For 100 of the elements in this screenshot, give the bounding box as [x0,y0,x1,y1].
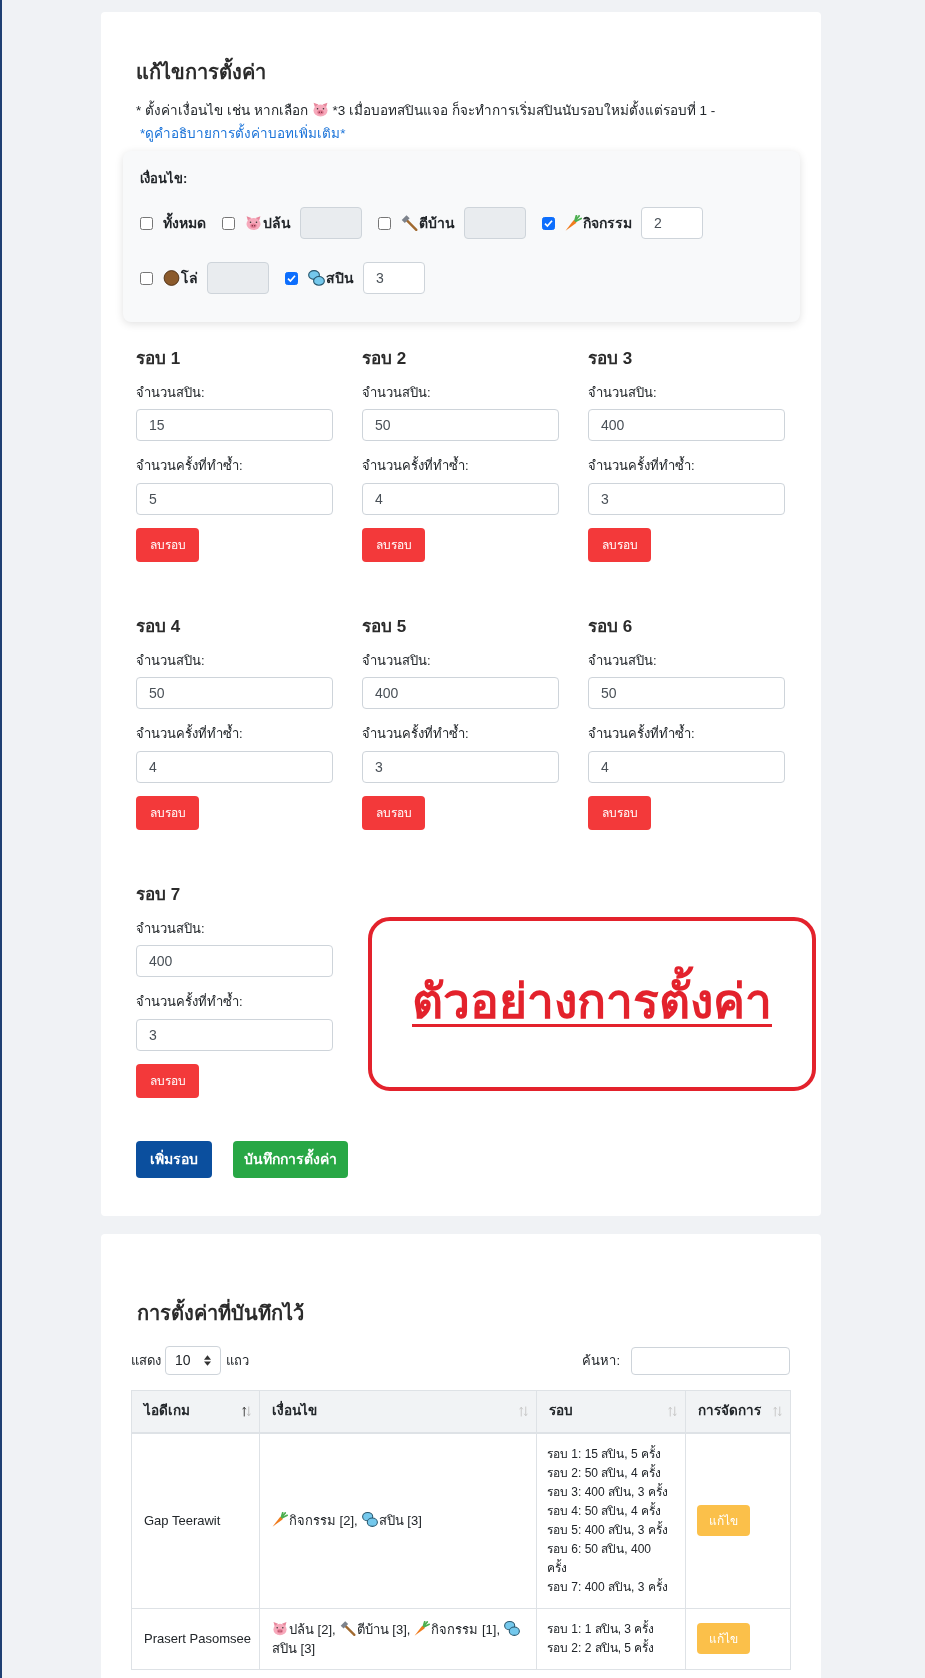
table-cell: Gap Teerawit [131,1432,260,1608]
delete-round-button[interactable]: ลบรอบ [588,528,651,562]
checkbox[interactable] [140,271,153,285]
repeat-count-input[interactable]: 3 [136,1019,333,1051]
field-label: จำนวนสปิน: [362,652,431,670]
round-summary: รอบ 2: 50 สปิน, 4 ครั้ง [547,1463,663,1482]
bubbles-icon [361,1512,378,1527]
condition-label[interactable]: ตีบ้าน [419,212,455,234]
count-input[interactable]: 3 [363,262,425,294]
round-heading: รอบ 7 [136,884,181,906]
table-cell: Prasert Pasomsee [131,1608,260,1669]
condition-text: กิจกรรม [2], [289,1513,358,1528]
count-input[interactable]: 2 [641,207,703,239]
delete-round-button[interactable]: ลบรอบ [136,1064,199,1098]
field-label: จำนวนครั้งที่ทำซ้ำ: [136,992,243,1011]
round-summary: รอบ 7: 400 สปิน, 3 ครั้ง [547,1577,669,1596]
spin-count-input[interactable]: 50 [362,409,559,441]
delete-round-button[interactable]: ลบรอบ [362,528,425,562]
field-label: จำนวนสปิน: [588,384,657,402]
checkbox[interactable] [140,216,153,230]
repeat-count-input[interactable]: 5 [136,483,333,515]
condition-text: ตีบ้าน [3], [356,1621,411,1637]
field-label: จำนวนครั้งที่ทำซ้ำ: [362,724,469,743]
hammer-icon [339,1620,356,1636]
condition-label[interactable]: ทั้งหมด [163,212,206,234]
carrot-icon [565,215,582,231]
search-label: ค้นหา: [582,1351,620,1370]
bubbles-icon [308,270,325,286]
column-header[interactable]: ไอดีเกม [131,1390,260,1433]
updown-caret-icon [204,1355,211,1366]
round-heading: รอบ 5 [362,616,407,638]
delete-round-button[interactable]: ลบรอบ [362,796,425,830]
round-heading: รอบ 1 [136,348,181,370]
pig-face-icon [311,102,329,117]
field-label: จำนวนครั้งที่ทำซ้ำ: [362,456,469,475]
checkbox[interactable] [378,216,391,230]
bubbles-icon [504,1620,521,1636]
rows-label: แถว [226,1351,249,1370]
spin-count-input[interactable]: 400 [588,409,785,441]
field-label: จำนวนสปิน: [136,384,205,402]
condition-label[interactable]: ปล้น [263,212,291,234]
checkbox[interactable] [222,216,235,230]
spin-count-input[interactable]: 15 [136,409,333,441]
round-summary: รอบ 1: 15 สปิน, 5 ครั้ง [547,1444,663,1463]
field-label: จำนวนครั้งที่ทำซ้ำ: [136,456,243,475]
column-header[interactable]: รอบ [536,1390,686,1433]
delete-round-button[interactable]: ลบรอบ [136,796,199,830]
section-title: การตั้งค่าที่บันทึกไว้ [137,1300,790,1326]
round-summary: รอบ 5: 400 สปิน, 3 ครั้ง [547,1520,669,1539]
spin-count-input[interactable]: 50 [136,677,333,709]
round-heading: รอบ 4 [136,616,181,638]
repeat-count-input[interactable]: 4 [588,751,785,783]
add-round-button[interactable]: เพิ่มรอบ [136,1141,212,1178]
condition-label[interactable]: โล่ [181,267,198,289]
show-label: แสดง [131,1351,161,1370]
field-label: จำนวนครั้งที่ทำซ้ำ: [588,456,695,475]
checkbox[interactable] [542,216,555,230]
search-field[interactable] [631,1346,790,1375]
condition-label[interactable]: สปิน [326,267,354,289]
repeat-count-input[interactable]: 4 [136,751,333,783]
round-summary: รอบ 1: 1 สปิน, 3 ครั้ง [547,1619,656,1638]
pig-face-icon [272,1620,288,1636]
field-label: จำนวนสปิน: [136,652,205,670]
round-summary: รอบ 4: 50 สปิน, 4 ครั้ง [547,1501,663,1520]
condition-text: กิจกรรม [1], [431,1621,501,1637]
pig-face-icon [245,215,262,231]
condition-text: สปิน [3] [378,1513,422,1528]
checkbox[interactable] [285,271,298,285]
note-text: * ตั้งค่าเงื่อนไข เช่น หากเลือก *3 เมื่อบอทสปินแจอ ก็จะทำการเริ่มสปินนับรอบใหม่ตั้งแต่รอบที่ 1 - *ดูคำอธิบายการตั้งค่าบอทเพิ่มเติม* [136,99,787,145]
condition-text: สปิน [3] [272,1640,316,1656]
hammer-icon [401,215,418,231]
rows-per-page-select[interactable]: 10 [165,1346,221,1375]
field-label: จำนวนสปิน: [588,652,657,670]
column-header[interactable]: เงื่อนไข [259,1390,537,1433]
round-heading: รอบ 6 [588,616,633,638]
field-label: จำนวนสปิน: [136,920,205,938]
repeat-count-input[interactable]: 4 [362,483,559,515]
field-label: จำนวนครั้งที่ทำซ้ำ: [136,724,243,743]
round-heading: รอบ 2 [362,348,407,370]
disc-icon [163,270,180,286]
round-summary: รอบ 3: 400 สปิน, 3 ครั้ง [547,1482,669,1501]
conditions-label: เงื่อนไข: [140,168,189,188]
spin-count-input[interactable]: 400 [136,945,333,977]
delete-round-button[interactable]: ลบรอบ [588,796,651,830]
field-label: จำนวนสปิน: [362,384,431,402]
repeat-count-input[interactable]: 3 [362,751,559,783]
repeat-count-input[interactable]: 3 [588,483,785,515]
spin-count-input[interactable]: 50 [588,677,785,709]
round-summary: รอบ 2: 2 สปิน, 5 ครั้ง [547,1638,656,1657]
condition-label[interactable]: กิจกรรม [583,212,632,234]
field-label: จำนวนครั้งที่ทำซ้ำ: [588,724,695,743]
column-header[interactable]: การจัดการ [685,1390,791,1433]
spin-count-input[interactable]: 400 [362,677,559,709]
round-heading: รอบ 3 [588,348,633,370]
carrot-icon [414,1620,431,1636]
annotation-text: ตัวอย่างการตั้งค่า [412,960,772,1048]
carrot-icon [272,1512,288,1527]
delete-round-button[interactable]: ลบรอบ [136,528,199,562]
round-summary: รอบ 6: 50 สปิน, 400 ครั้ง [547,1540,653,1577]
condition-text: ปล้น [2], [289,1621,336,1637]
